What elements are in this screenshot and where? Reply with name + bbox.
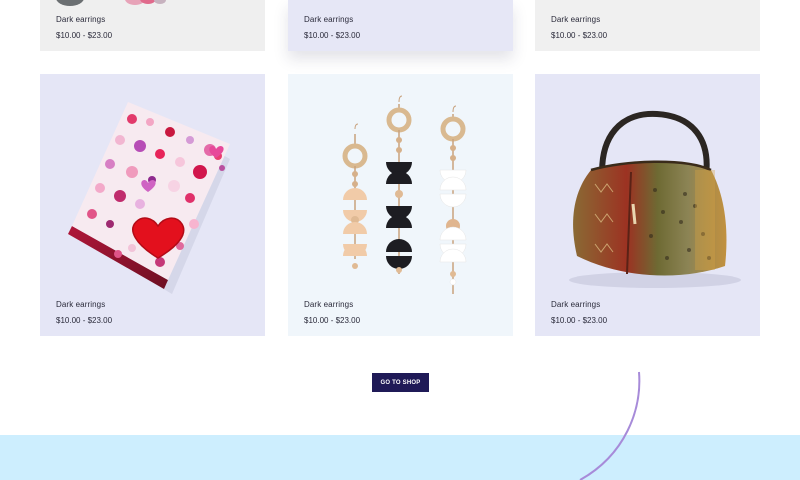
product-card[interactable]: Dark earrings $10.00 - $23.00 bbox=[288, 0, 513, 51]
product-card[interactable]: Dark earrings $10.00 - $23.00 bbox=[40, 0, 265, 51]
product-price: $10.00 - $23.00 bbox=[56, 31, 113, 40]
heart-mosaic-notebook-image[interactable] bbox=[40, 74, 265, 294]
go-to-shop-button[interactable]: GO TO SHOP bbox=[372, 373, 429, 392]
product-name[interactable]: Dark earrings bbox=[56, 15, 112, 24]
product-name[interactable]: Dark earrings bbox=[304, 300, 360, 309]
page: Dark earrings $10.00 - $23.00 Dark earri… bbox=[0, 0, 800, 480]
product-price: $10.00 - $23.00 bbox=[304, 31, 361, 40]
product-price: $10.00 - $23.00 bbox=[551, 316, 608, 325]
product-name[interactable]: Dark earrings bbox=[551, 300, 607, 309]
product-card[interactable]: Dark earrings $10.00 - $23.00 bbox=[288, 74, 513, 336]
product-price: $10.00 - $23.00 bbox=[304, 316, 361, 325]
product-name[interactable]: Dark earrings bbox=[551, 15, 607, 24]
wooden-bead-earrings-image[interactable] bbox=[288, 74, 513, 294]
product-card[interactable]: Dark earrings $10.00 - $23.00 bbox=[40, 74, 265, 336]
product-price: $10.00 - $23.00 bbox=[56, 316, 113, 325]
product-name[interactable]: Dark earrings bbox=[56, 300, 112, 309]
patterned-handbag-image[interactable] bbox=[535, 74, 760, 294]
product-name[interactable]: Dark earrings bbox=[304, 15, 360, 24]
product-card[interactable]: Dark earrings $10.00 - $23.00 bbox=[535, 74, 760, 336]
product-card[interactable]: Dark earrings $10.00 - $23.00 bbox=[535, 0, 760, 51]
product-price: $10.00 - $23.00 bbox=[551, 31, 608, 40]
footer-band bbox=[0, 435, 800, 480]
